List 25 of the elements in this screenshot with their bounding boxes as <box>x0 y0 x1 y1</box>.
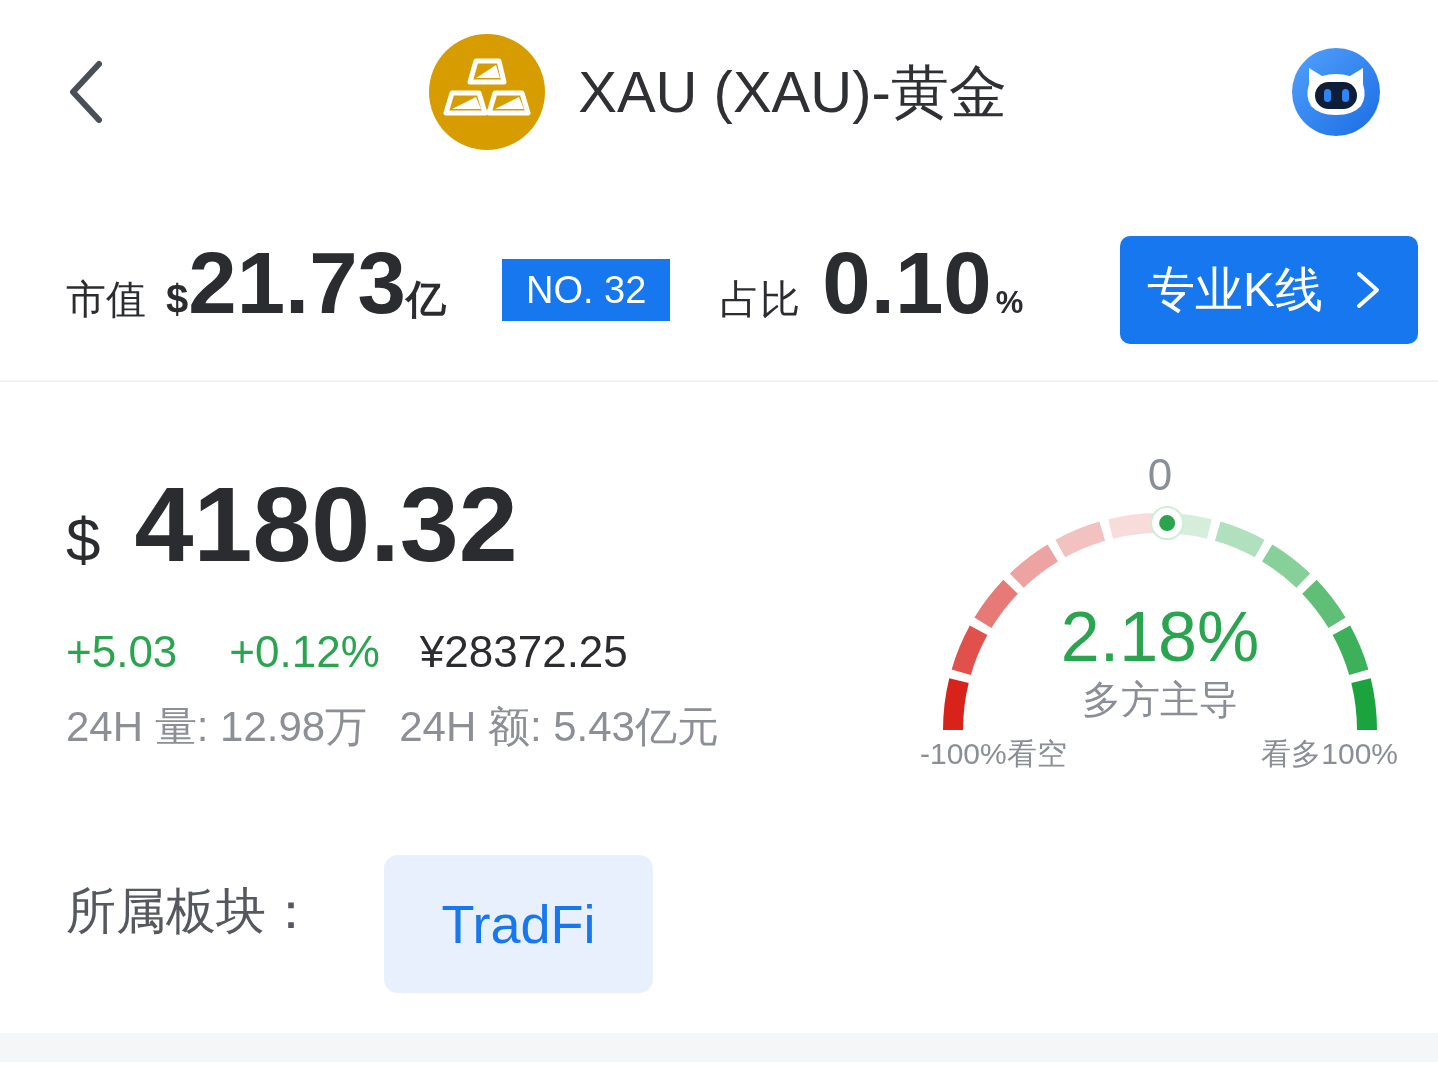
robot-icon[interactable] <box>1292 48 1380 136</box>
market-cap-label: 市值 <box>66 278 146 319</box>
cny-price: ¥28372.25 <box>419 626 628 678</box>
page-title: XAU (XAU)-黄金 <box>578 60 1007 124</box>
ingot-stack-icon <box>429 34 546 150</box>
sector-label: 所属板块： <box>66 886 317 936</box>
kline-button[interactable]: 专业K线 <box>1120 236 1418 344</box>
chevron-left-icon[interactable] <box>68 60 104 124</box>
gauge-center-label: 0 <box>1147 453 1173 497</box>
gauge-value: 2.18% <box>1060 602 1260 672</box>
turnover-24h: 24H 额: 5.43亿元 <box>399 701 719 752</box>
gauge-max-label: 看多100% <box>1261 739 1398 769</box>
gauge-verdict: 多方主导 <box>1082 680 1238 719</box>
market-cap-value: $21.73亿 <box>166 238 446 326</box>
share-label: 占比 <box>720 278 801 319</box>
rank-badge: NO. 32 <box>501 259 671 321</box>
price-value: 4180.32 <box>134 471 518 577</box>
price-currency: $ <box>66 509 101 571</box>
chevron-right-icon <box>1356 271 1380 309</box>
price-change-percent: +0.12% <box>229 626 380 678</box>
share-value: 0.10% <box>822 238 1024 326</box>
volume-24h: 24H 量: 12.98万 <box>66 701 368 752</box>
gauge-min-label: -100%看空 <box>920 739 1067 769</box>
price-change: +5.03 <box>66 626 178 678</box>
sector-tag[interactable]: TradFi <box>384 855 653 993</box>
